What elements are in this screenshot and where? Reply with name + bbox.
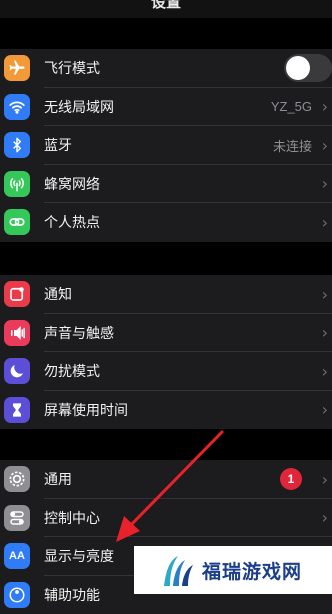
watermark-logo-icon (160, 552, 196, 588)
annotation-arrow (0, 0, 332, 594)
watermark-text: 福瑞游戏网 (202, 557, 302, 584)
watermark: 福瑞游戏网 (134, 546, 332, 594)
